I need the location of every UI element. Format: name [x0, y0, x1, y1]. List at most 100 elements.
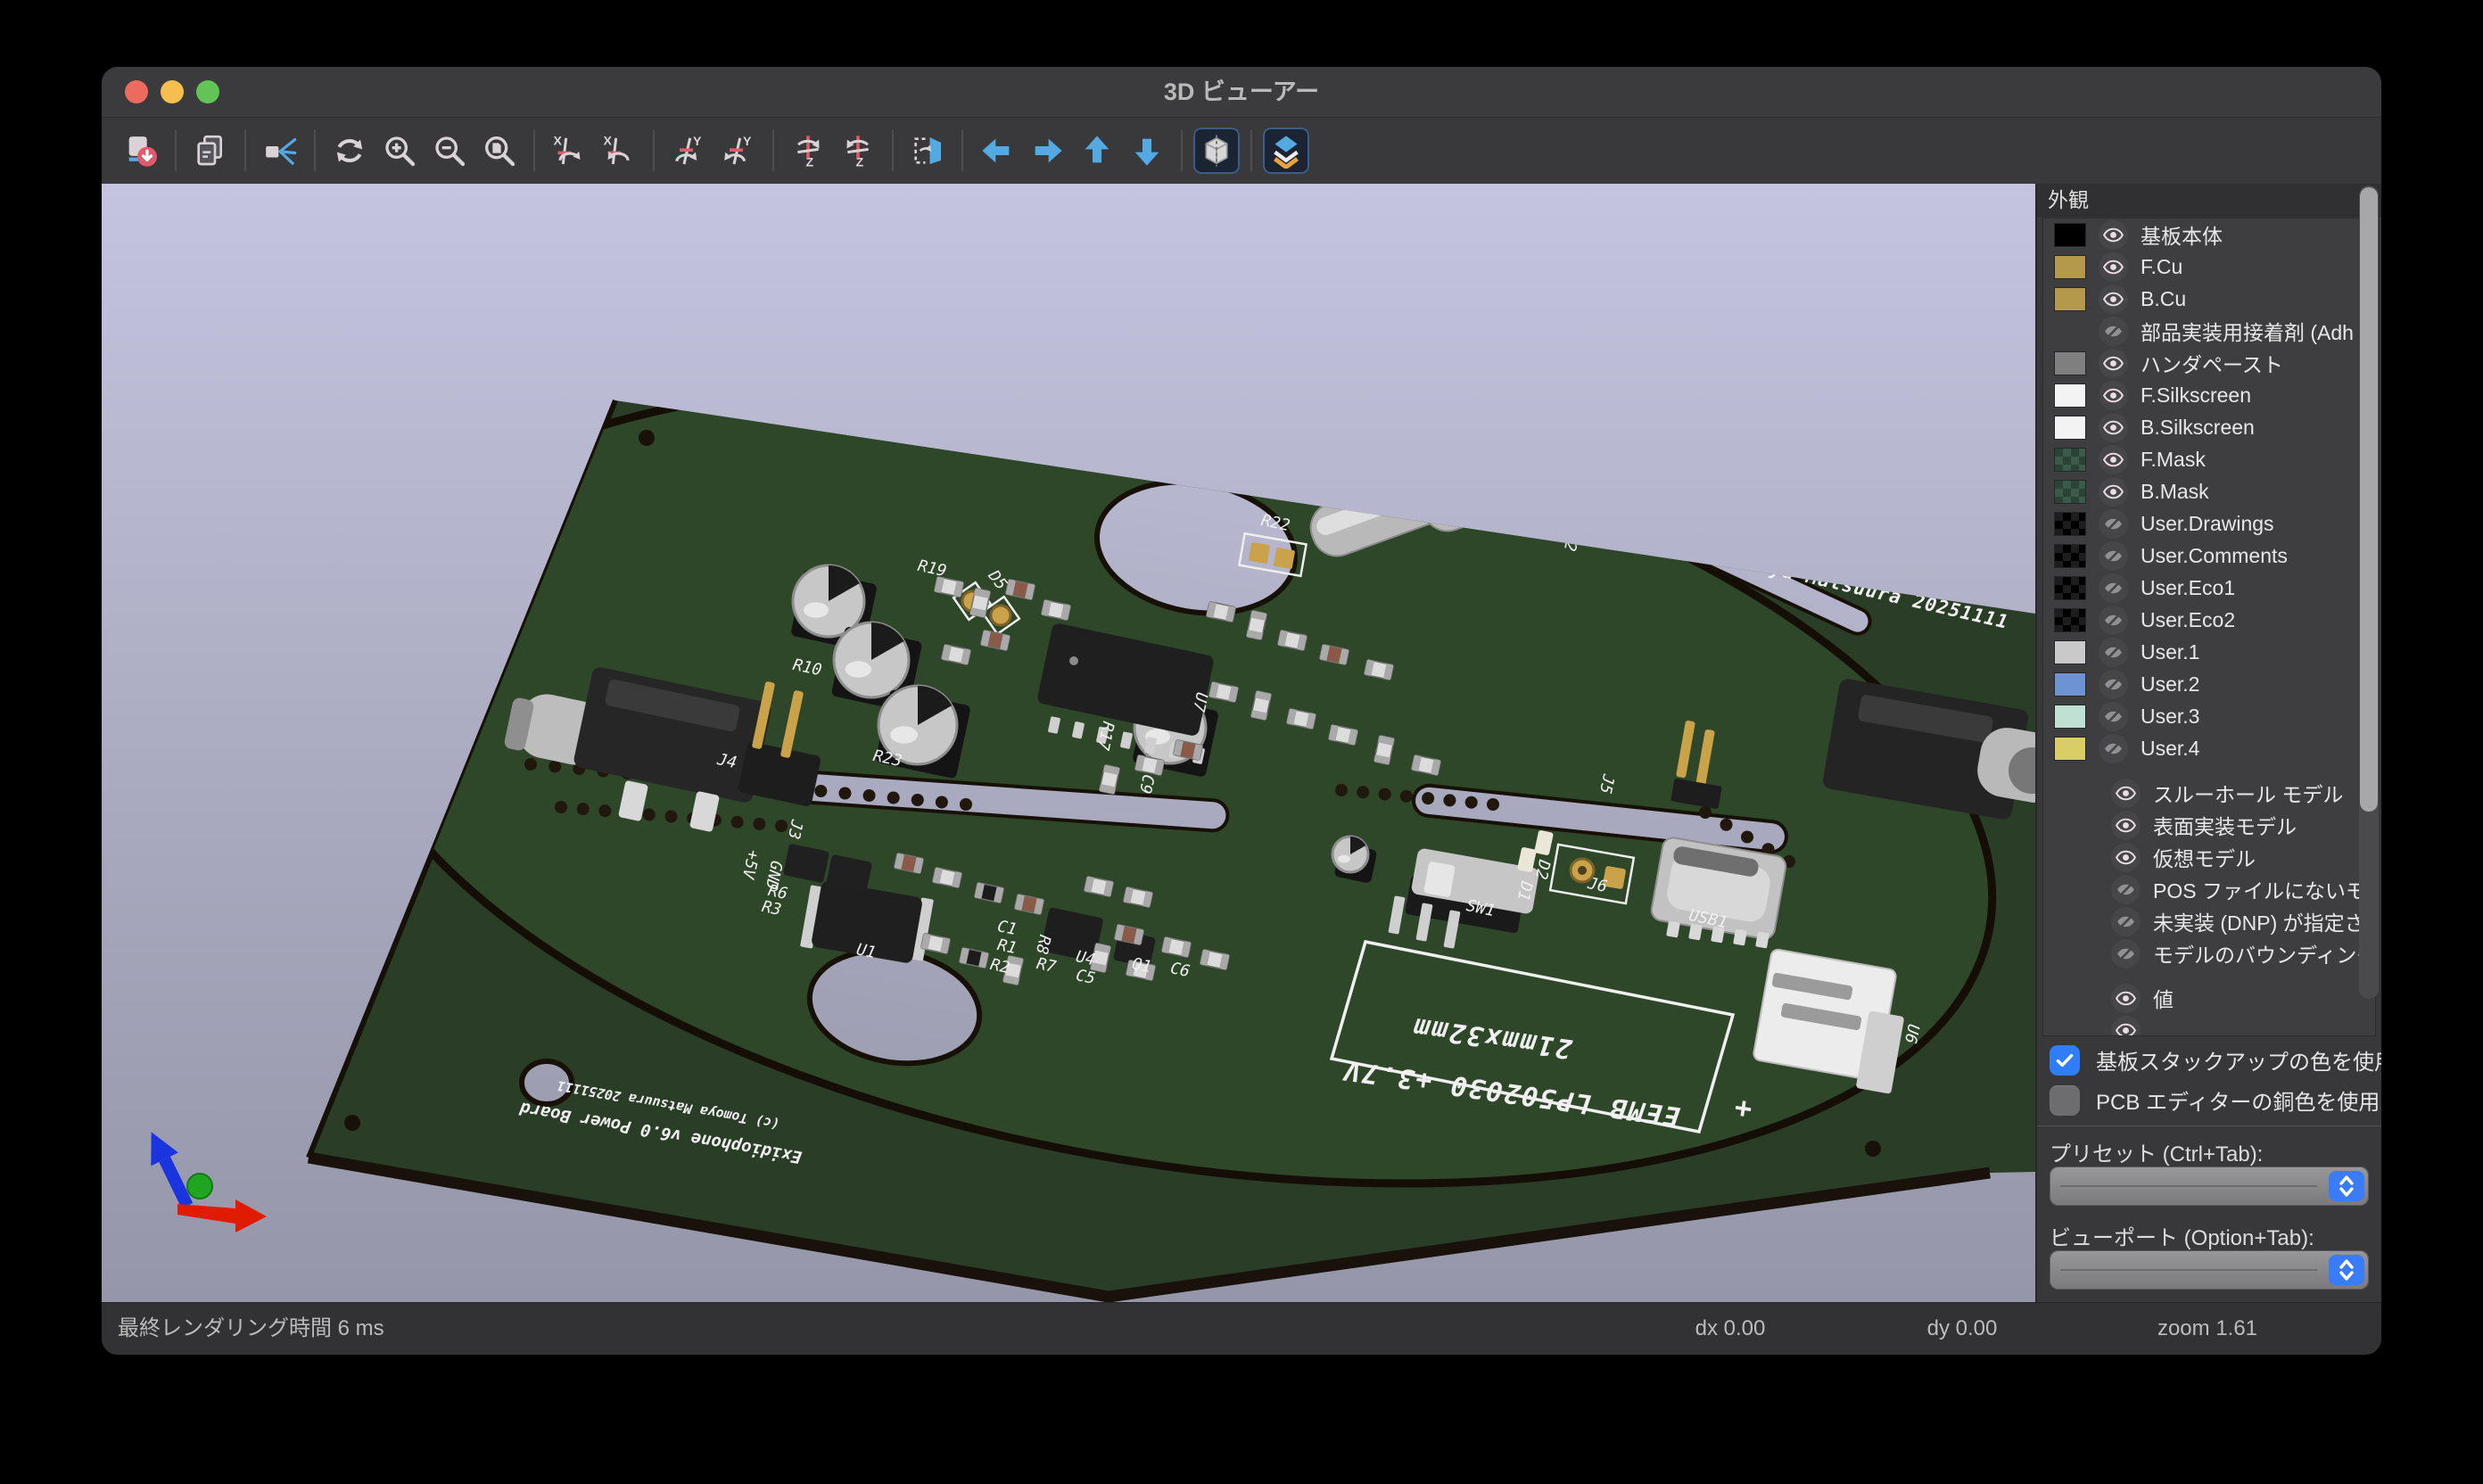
layer-color-swatch[interactable]: [2054, 287, 2086, 311]
layer-row[interactable]: POS ファイルにないモ: [2043, 873, 2375, 905]
layer-color-swatch[interactable]: [2054, 480, 2086, 504]
visibility-eye-off-icon[interactable]: [2111, 875, 2141, 904]
layer-row[interactable]: 基板本体: [2043, 218, 2375, 251]
layer-row[interactable]: User.Eco2: [2043, 604, 2375, 636]
close-button[interactable]: [125, 80, 148, 103]
pan-left-button[interactable]: [974, 128, 1020, 174]
visibility-eye-icon[interactable]: [2111, 811, 2141, 840]
rotate-z-ccw-button[interactable]: Z: [835, 128, 881, 174]
layer-color-swatch[interactable]: [2054, 544, 2086, 568]
preset-combo[interactable]: [2050, 1167, 2369, 1206]
zoom-button[interactable]: [196, 80, 219, 103]
layer-row[interactable]: モデルのバウンディング: [2043, 937, 2375, 969]
visibility-eye-off-icon[interactable]: [2111, 939, 2141, 969]
layer-color-swatch[interactable]: [2054, 705, 2086, 729]
visibility-eye-icon[interactable]: [2111, 984, 2141, 1013]
layer-row[interactable]: 値: [2043, 982, 2375, 1014]
visibility-eye-off-icon[interactable]: [2099, 606, 2128, 635]
use-pcb-copper-color-checkbox[interactable]: [2050, 1085, 2080, 1116]
zoom-out-button[interactable]: [426, 128, 473, 174]
layer-row[interactable]: F.Mask: [2043, 443, 2375, 475]
visibility-eye-off-icon[interactable]: [2099, 734, 2128, 763]
rotate-y-cw-button[interactable]: Y: [665, 128, 712, 174]
visibility-eye-icon[interactable]: [2099, 349, 2128, 378]
silkscreen-text: U7: [1189, 690, 1211, 713]
scrollbar-thumb[interactable]: [2360, 187, 2378, 812]
layer-row[interactable]: B.Cu: [2043, 283, 2375, 315]
layer-row[interactable]: B.Silkscreen: [2043, 411, 2375, 443]
visibility-eye-off-icon[interactable]: [2111, 907, 2141, 936]
visibility-eye-off-icon[interactable]: [2099, 317, 2128, 346]
visibility-eye-icon[interactable]: [2099, 284, 2128, 314]
layer-color-swatch[interactable]: [2054, 416, 2086, 440]
preset-combo-stepper-icon[interactable]: [2329, 1171, 2364, 1201]
pan-right-button[interactable]: [1024, 128, 1070, 174]
rotate-x-ccw-button[interactable]: X: [596, 128, 642, 174]
layer-color-swatch[interactable]: [2054, 737, 2086, 761]
layer-row[interactable]: 部品実装用接着剤 (Adh: [2043, 315, 2375, 347]
visibility-eye-icon[interactable]: [2099, 413, 2128, 442]
layer-color-swatch[interactable]: [2054, 255, 2086, 279]
orthographic-projection-button[interactable]: [1193, 128, 1240, 174]
layer-color-swatch[interactable]: [2054, 640, 2086, 664]
visibility-eye-icon[interactable]: [2099, 445, 2128, 474]
layer-row[interactable]: User.Eco1: [2043, 572, 2375, 604]
layer-row[interactable]: F.Cu: [2043, 251, 2375, 283]
visibility-eye-icon[interactable]: [2111, 843, 2141, 872]
layer-row[interactable]: [2043, 1014, 2375, 1036]
layer-color-swatch[interactable]: [2054, 672, 2086, 697]
zoom-fit-button[interactable]: [476, 128, 523, 174]
layer-list-scrollbar[interactable]: [2359, 186, 2379, 999]
layer-color-swatch[interactable]: [2054, 512, 2086, 536]
viewport-combo-stepper-icon[interactable]: [2329, 1255, 2364, 1285]
layer-color-swatch[interactable]: [2054, 448, 2086, 472]
layer-color-swatch[interactable]: [2054, 223, 2086, 247]
layer-row[interactable]: スルーホール モデル: [2043, 777, 2375, 809]
visibility-eye-off-icon[interactable]: [2099, 702, 2128, 731]
layer-color-swatch[interactable]: [2054, 608, 2086, 632]
rotate-z-cw-button[interactable]: Z: [785, 128, 831, 174]
layer-row[interactable]: 仮想モデル: [2043, 841, 2375, 873]
visibility-eye-off-icon[interactable]: [2099, 541, 2128, 571]
copy-image-button[interactable]: [187, 128, 234, 174]
rotate-x-cw-button[interactable]: X: [546, 128, 592, 174]
visibility-eye-off-icon[interactable]: [2099, 638, 2128, 667]
flip-board-button[interactable]: [904, 128, 951, 174]
visibility-eye-icon[interactable]: [2099, 381, 2128, 410]
visibility-eye-icon[interactable]: [2099, 220, 2128, 250]
viewport-combo[interactable]: [2050, 1250, 2369, 1290]
minimize-button[interactable]: [161, 80, 184, 103]
layer-row[interactable]: User.1: [2043, 636, 2375, 668]
use-stackup-colors-checkbox[interactable]: [2050, 1045, 2080, 1076]
layer-row[interactable]: User.4: [2043, 732, 2375, 764]
visibility-eye-off-icon[interactable]: [2099, 670, 2128, 699]
rotate-y-ccw-button[interactable]: Y: [715, 128, 762, 174]
visibility-eye-icon[interactable]: [2099, 477, 2128, 507]
visibility-eye-icon[interactable]: [2111, 1016, 2141, 1037]
visibility-eye-off-icon[interactable]: [2099, 573, 2128, 603]
redraw-button[interactable]: [326, 128, 373, 174]
visibility-eye-off-icon[interactable]: [2099, 509, 2128, 539]
reload-board-button[interactable]: [118, 128, 164, 174]
layer-color-swatch[interactable]: [2054, 319, 2086, 343]
viewport-3d[interactable]: Exidiophone v6.0 Audio Board(c) Tomoya M…: [102, 184, 2035, 1303]
layer-row[interactable]: 表面実装モデル: [2043, 809, 2375, 841]
layers-appearance-button[interactable]: [1263, 128, 1309, 174]
layer-row[interactable]: User.2: [2043, 668, 2375, 700]
layer-row[interactable]: User.Comments: [2043, 540, 2375, 572]
layer-row[interactable]: ハンダペースト: [2043, 347, 2375, 379]
raytrace-render-button[interactable]: [257, 128, 303, 174]
visibility-eye-icon[interactable]: [2099, 252, 2128, 282]
visibility-eye-icon[interactable]: [2111, 779, 2141, 808]
zoom-in-button[interactable]: [376, 128, 423, 174]
layer-color-swatch[interactable]: [2054, 576, 2086, 600]
pan-up-button[interactable]: [1074, 128, 1120, 174]
layer-row[interactable]: F.Silkscreen: [2043, 379, 2375, 411]
layer-row[interactable]: B.Mask: [2043, 475, 2375, 507]
layer-row[interactable]: User.Drawings: [2043, 507, 2375, 540]
layer-color-swatch[interactable]: [2054, 383, 2086, 408]
layer-color-swatch[interactable]: [2054, 351, 2086, 375]
layer-row[interactable]: 未実装 (DNP) が指定さ: [2043, 905, 2375, 937]
layer-row[interactable]: User.3: [2043, 700, 2375, 732]
pan-down-button[interactable]: [1124, 128, 1170, 174]
